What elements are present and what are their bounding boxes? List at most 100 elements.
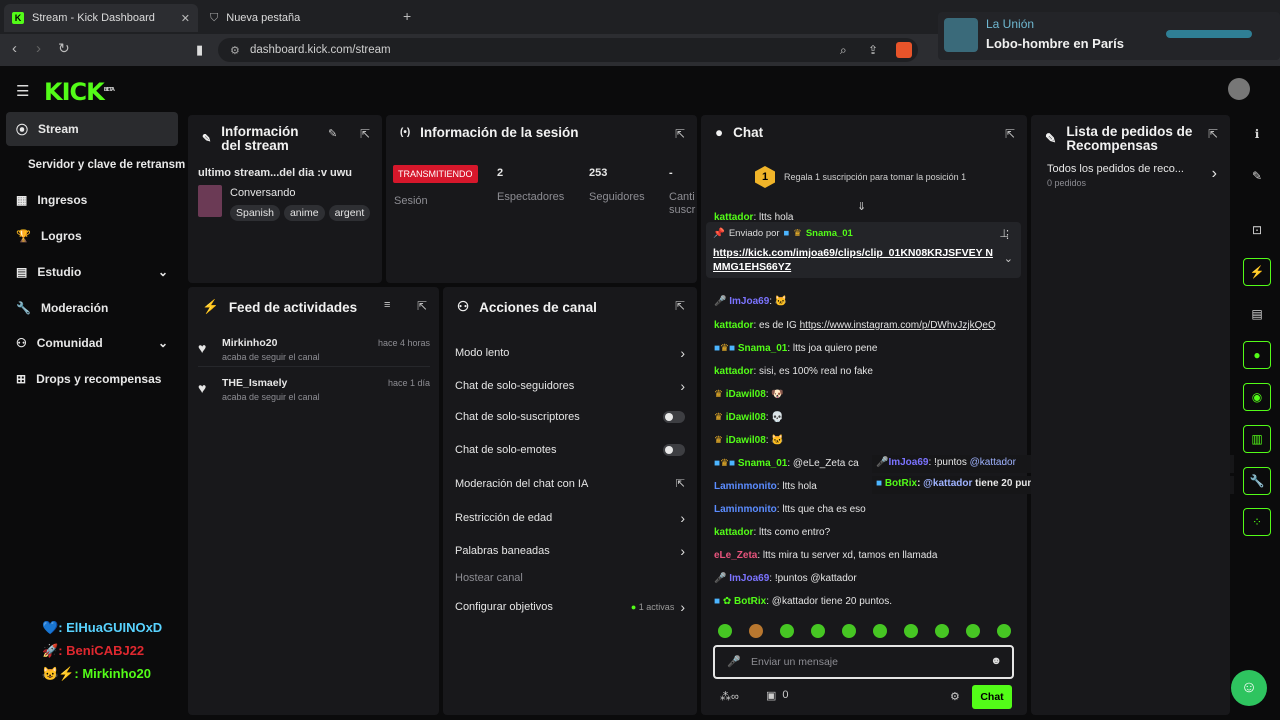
actions-icon: ⚇: [457, 299, 470, 314]
chat-username[interactable]: kattador: [714, 366, 753, 377]
chat-message: eLe_Zeta: ltts mira tu server xd, tamos …: [714, 550, 938, 561]
media-notification[interactable]: La Unión Lobo-hombre en París: [938, 12, 1280, 60]
chat-username[interactable]: Snama_01: [738, 343, 787, 354]
pencil-icon[interactable]: ✎: [328, 127, 337, 140]
store-points[interactable]: ▣ 0: [766, 689, 789, 702]
emote-icon[interactable]: [842, 624, 856, 638]
emote-icon[interactable]: [811, 624, 825, 638]
emotes-only-toggle[interactable]: [663, 444, 685, 456]
chevron-down-icon[interactable]: ⌄: [1004, 252, 1013, 265]
emote-icon[interactable]: [966, 624, 980, 638]
filter-icon[interactable]: ≡: [384, 299, 390, 311]
scroll-down-icon[interactable]: ⇓: [857, 200, 866, 213]
chat-username[interactable]: BotRix: [885, 478, 917, 489]
action-slow-mode[interactable]: Modo lento ›: [443, 345, 697, 361]
new-tab-icon[interactable]: +: [403, 8, 411, 24]
pinned-user[interactable]: Snama_01: [806, 228, 853, 239]
chat-username[interactable]: ImJoa69: [729, 573, 769, 584]
external-icon[interactable]: ⇱: [1208, 127, 1218, 141]
panel-title: ✎ Información del stream: [202, 125, 312, 153]
sidebar-item-moderacion[interactable]: 🔧 Moderación: [6, 291, 178, 325]
edit-icon[interactable]: ✎: [1243, 162, 1271, 190]
emote-icon[interactable]: [873, 624, 887, 638]
broadcast-icon[interactable]: ◉: [1243, 383, 1271, 411]
emote-icon[interactable]: [997, 624, 1011, 638]
emote-icon[interactable]: [935, 624, 949, 638]
external-icon[interactable]: ⇱: [675, 127, 685, 141]
pinned-link[interactable]: https://kick.com/imjoa69/clips/clip_01KN…: [713, 246, 995, 274]
settings-icon[interactable]: ⚙: [950, 690, 960, 703]
chat-username[interactable]: eLe_Zeta: [714, 550, 757, 561]
site-info-icon[interactable]: ⚙: [230, 44, 240, 57]
emote-icon[interactable]: [904, 624, 918, 638]
actions-icon[interactable]: ▥: [1243, 425, 1271, 453]
brave-icon[interactable]: [896, 42, 912, 58]
reload-icon[interactable]: ↻: [58, 40, 70, 57]
bolt-icon[interactable]: ⚡: [1243, 258, 1271, 286]
chat-username[interactable]: ImJoa69: [729, 296, 769, 307]
emote-icon[interactable]: [780, 624, 794, 638]
tab-stream[interactable]: K Stream - Kick Dashboard ✕: [4, 4, 198, 32]
sidebar-item-logros[interactable]: 🏆 Logros: [6, 219, 178, 253]
emote-icon[interactable]: [749, 624, 763, 638]
chat-link[interactable]: https://www.instagram.com/p/DWhvJzjkQeQ: [800, 320, 996, 331]
action-goals[interactable]: Configurar objetivos ● 1 activas ›: [443, 599, 697, 615]
sidebar-item-ingresos[interactable]: ▦ Ingresos: [6, 183, 178, 217]
close-icon[interactable]: ✕: [181, 12, 190, 25]
chat-username[interactable]: kattador: [714, 527, 753, 538]
action-followers-only[interactable]: Chat de solo-seguidores ›: [443, 378, 697, 394]
avatar[interactable]: [1228, 78, 1250, 100]
emoji-icon[interactable]: ☻: [990, 655, 1002, 667]
sidebar-item-server[interactable]: Servidor y clave de retransm: [6, 148, 186, 182]
forward-icon[interactable]: ›: [36, 40, 41, 57]
action-ai-moderation[interactable]: Moderación del chat con IA ⇱: [443, 477, 697, 491]
back-icon[interactable]: ‹: [12, 40, 17, 57]
sidebar-item-stream[interactable]: ⦿ Stream: [6, 112, 178, 146]
apps-icon[interactable]: ⁘: [1243, 508, 1271, 536]
bookmark-icon[interactable]: ▮: [196, 42, 203, 58]
wrench-icon[interactable]: 🔧: [1243, 467, 1271, 495]
action-age-restriction[interactable]: Restricción de edad ›: [443, 510, 697, 526]
chat-username[interactable]: iDawil08: [726, 435, 766, 446]
info-icon[interactable]: ℹ: [1243, 120, 1271, 148]
points-icon[interactable]: ⁂∞: [720, 690, 739, 703]
external-icon[interactable]: ⇱: [360, 127, 370, 141]
mic-icon[interactable]: 🎤: [727, 655, 741, 668]
gift-text[interactable]: Regala 1 suscripción para tomar la posic…: [784, 172, 966, 182]
subs-only-toggle[interactable]: [663, 411, 685, 423]
sidebar-item-drops[interactable]: ⊞ Drops y recompensas: [6, 362, 178, 396]
chat-username[interactable]: ImJoa69: [888, 457, 928, 468]
chat-icon[interactable]: ●: [1243, 341, 1271, 369]
emote-icon[interactable]: [718, 624, 732, 638]
chat-username[interactable]: kattador: [714, 320, 753, 331]
chat-username[interactable]: BotRix: [734, 596, 766, 607]
support-icon[interactable]: ☺: [1231, 670, 1267, 706]
address-bar[interactable]: dashboard.kick.com/stream: [218, 38, 918, 62]
chat-text: ltts que cha es eso: [782, 504, 866, 515]
action-banned-words[interactable]: Palabras baneadas ›: [443, 543, 697, 559]
chat-input[interactable]: 🎤 Enviar un mensaje ☻: [713, 645, 1014, 679]
focus-icon[interactable]: ⊡: [1243, 216, 1271, 244]
sidebar-item-estudio[interactable]: ▤ Estudio ⌄: [6, 255, 178, 289]
kick-logo[interactable]: KICKBETA: [44, 78, 115, 106]
chat-message: kattador: es de IG https://www.instagram…: [714, 320, 996, 331]
send-chat-button[interactable]: Chat: [972, 685, 1012, 709]
chat-username[interactable]: Laminmonito: [714, 504, 777, 515]
share-icon[interactable]: ⇪: [868, 43, 878, 57]
chat-username[interactable]: Snama_01: [738, 458, 787, 469]
chat-icon: ●: [715, 125, 724, 140]
hamburger-icon[interactable]: ☰: [16, 82, 29, 100]
external-icon[interactable]: ⇱: [675, 299, 685, 313]
tab-new[interactable]: ⛉ Nueva pestaña: [202, 4, 396, 32]
rewards-item[interactable]: Todos los pedidos de reco... 0 pedidos ›: [1047, 163, 1217, 193]
notes-icon[interactable]: ▤: [1243, 300, 1271, 328]
chat-username[interactable]: iDawil08: [726, 389, 766, 400]
more-icon[interactable]: ⋮: [1002, 228, 1013, 241]
chat-username[interactable]: iDawil08: [726, 412, 766, 423]
zoom-icon[interactable]: ⌕: [840, 43, 847, 58]
chat-username[interactable]: Laminmonito: [714, 481, 777, 492]
external-icon[interactable]: ⇱: [1005, 127, 1015, 141]
external-icon[interactable]: ⇱: [417, 299, 427, 313]
sidebar-item-comunidad[interactable]: ⚇ Comunidad ⌄: [6, 326, 178, 360]
action-emotes-only: Chat de solo-emotes: [443, 444, 697, 456]
